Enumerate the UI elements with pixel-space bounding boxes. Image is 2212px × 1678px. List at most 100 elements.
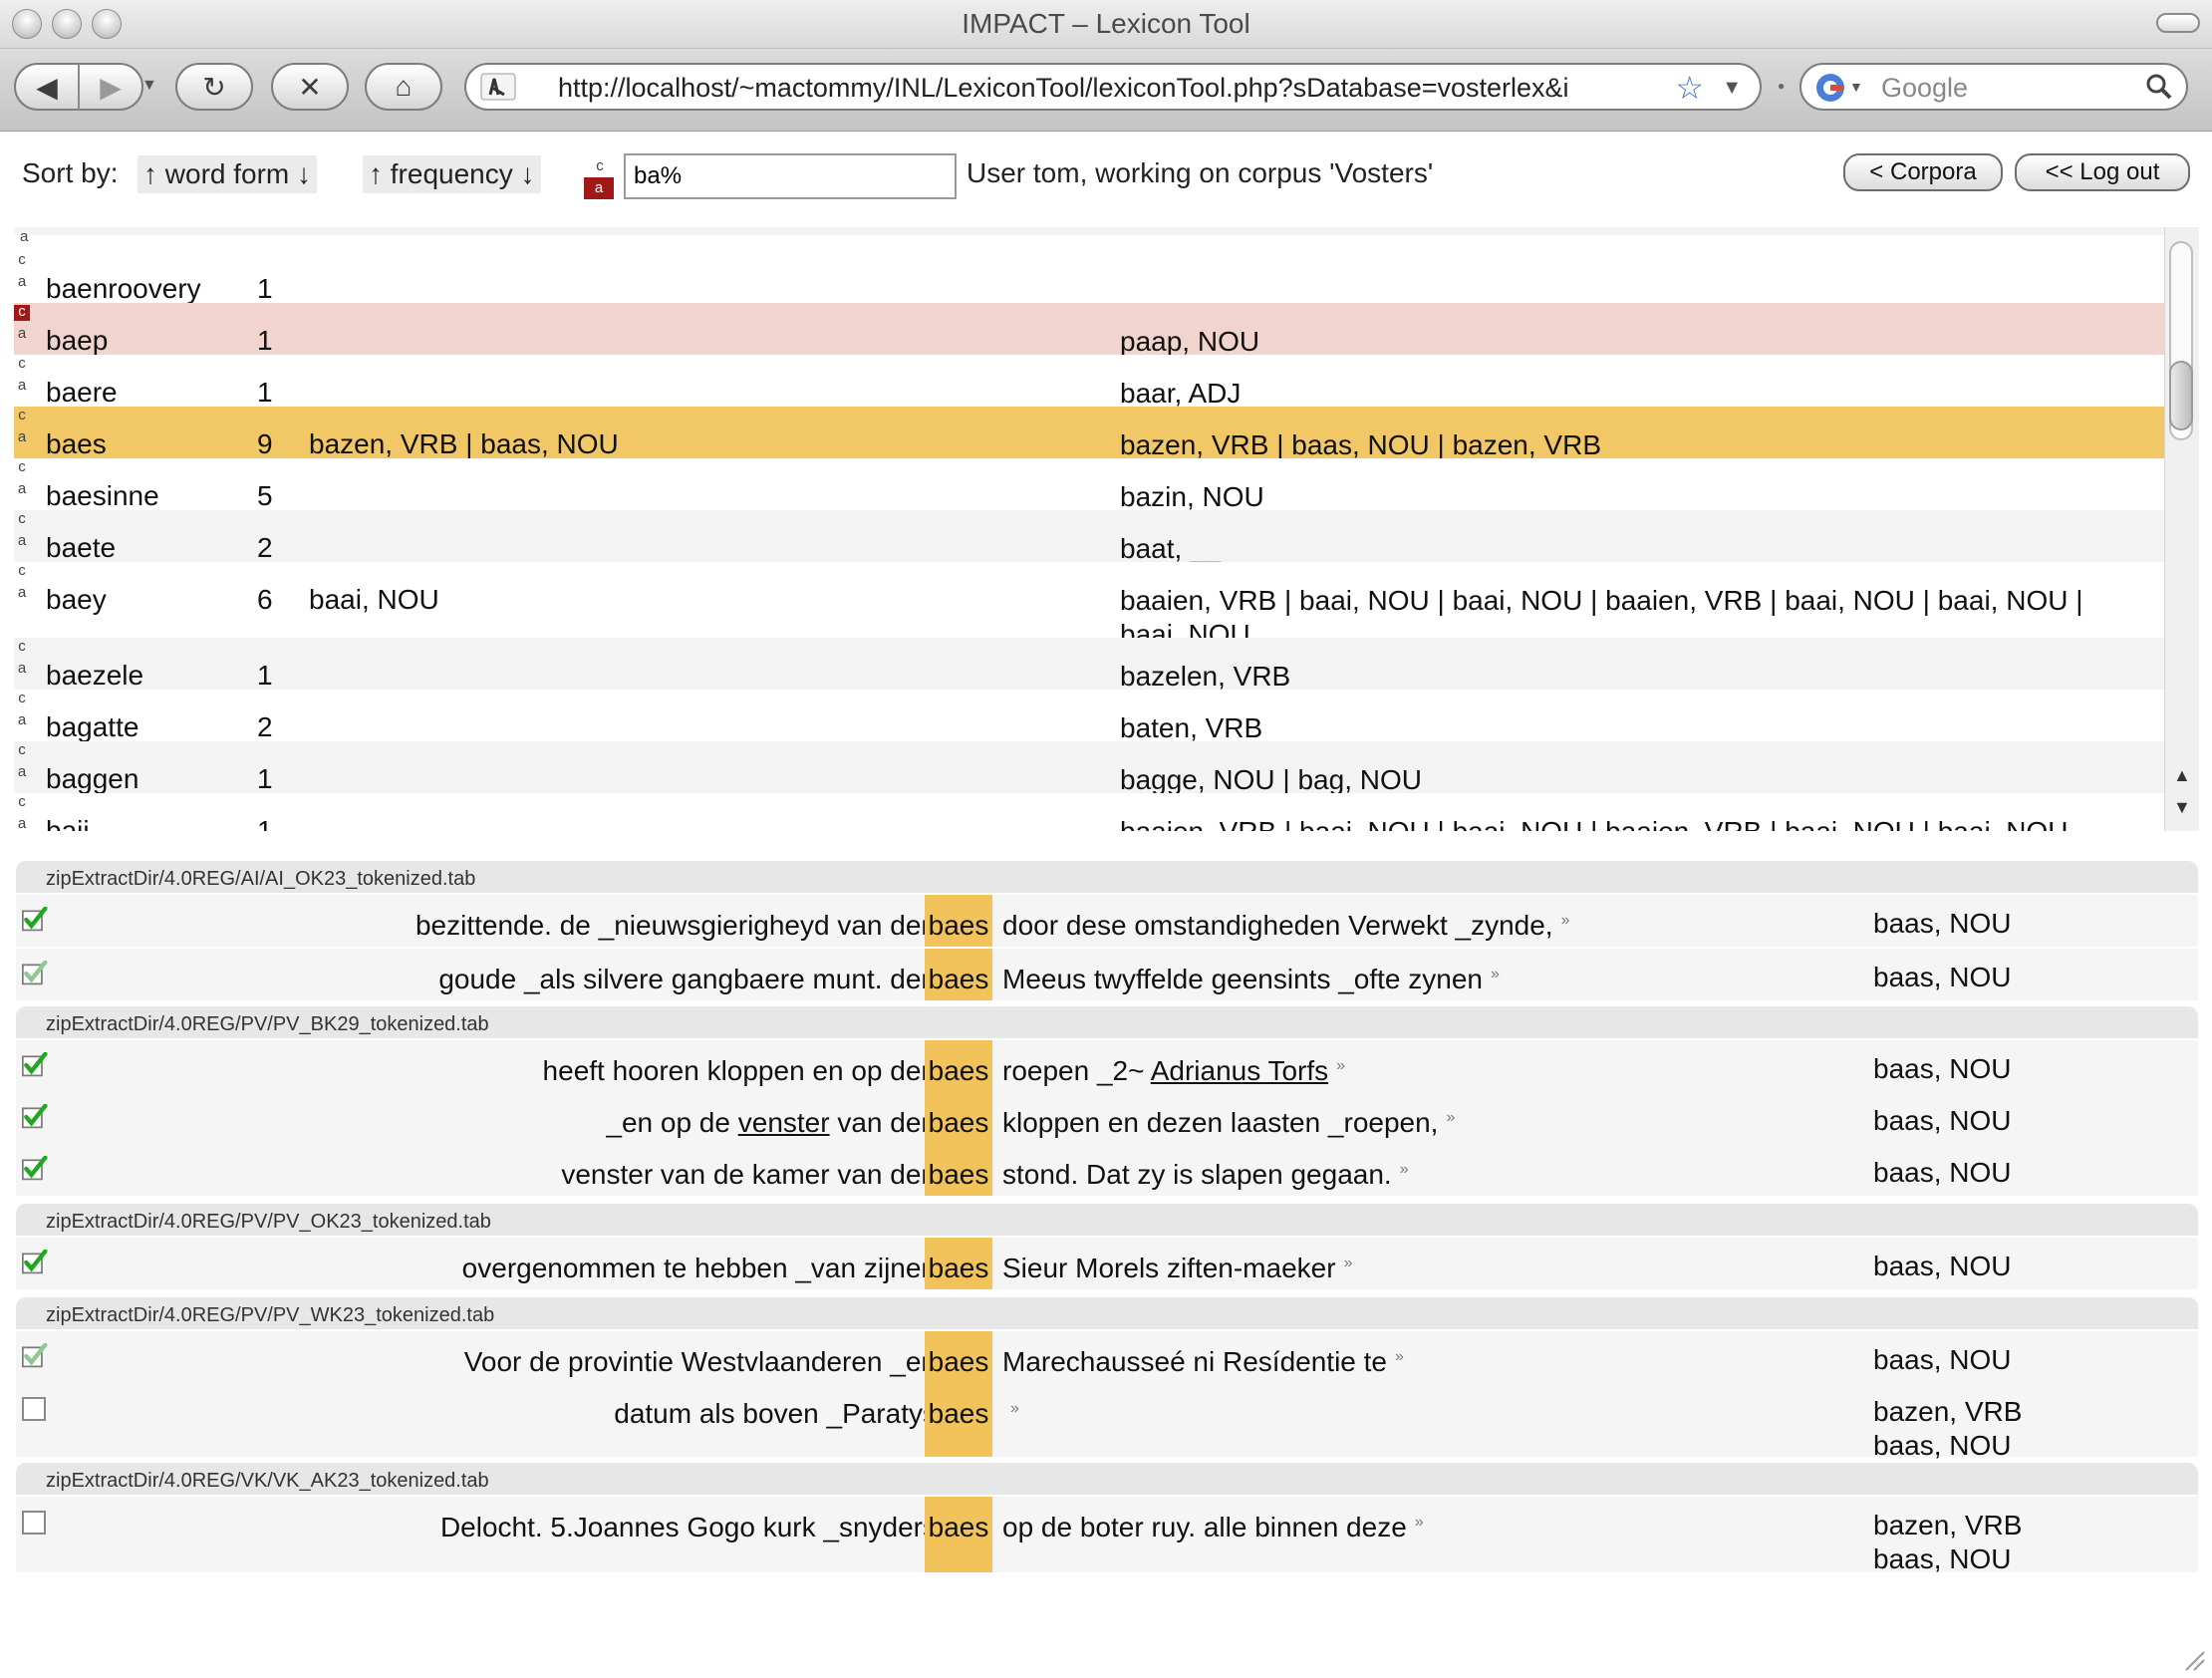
wordform-row[interactable]: c a baenroovery 1 [14,251,2164,305]
analyses-text[interactable]: baat, __ [1120,532,2146,566]
expand-context-icon[interactable]: » [1446,1109,1455,1126]
scroll-up-icon[interactable]: ▲ [2173,765,2191,786]
context-link[interactable]: venster [738,1107,830,1138]
lemma-line[interactable]: bazen, VRB [1873,1509,2022,1542]
wordform-row[interactable]: c a baey 6 baai, NOU baaien, VRB | baai, NOU … [14,562,2164,650]
analyses-text[interactable]: baaien, VRB | baai, NOU | baai, NOU | ba… [1120,815,2146,831]
validate-checkbox-checked[interactable] [22,907,48,933]
google-logo-icon[interactable] [1813,71,1847,105]
analyses-text[interactable]: baten, VRB [1120,711,2146,745]
wordform-text[interactable]: baij [46,815,90,831]
expand-context-icon[interactable]: » [1491,966,1500,982]
scroll-thumb[interactable] [2169,361,2193,430]
validate-checkbox-checked[interactable] [22,1343,48,1369]
validate-checkbox[interactable] [22,1511,46,1535]
logout-button[interactable]: << Log out [2015,153,2190,191]
keyword-highlight[interactable]: baes [925,1383,992,1457]
case-toggle-icon[interactable]: ca [14,563,30,600]
url-dropdown-icon[interactable]: ▼ [1722,77,1742,100]
case-toggle-icon[interactable]: ca [14,691,30,727]
expand-context-icon[interactable]: » [1395,1348,1404,1365]
case-toggle-icon[interactable]: ca [14,742,30,779]
lemma-line[interactable]: baas, NOU [1873,1429,2022,1463]
scroll-down-icon[interactable]: ▼ [2173,797,2191,818]
case-toggle-icon[interactable]: ca [14,639,30,676]
case-toggle-icon[interactable]: ca [14,356,30,393]
home-button[interactable]: ⌂ [365,63,442,111]
expand-context-icon[interactable]: » [1336,1057,1345,1074]
wordform-text[interactable]: baenroovery [46,273,201,305]
lemma-line[interactable]: baas, NOU [1873,1156,2012,1190]
wordform-row[interactable]: c a baep 1 paap, NOU [14,303,2164,357]
analyses-text[interactable]: bagge, NOU | bag, NOU [1120,763,2146,797]
bookmark-star-icon[interactable]: ☆ [1675,69,1704,107]
validate-checkbox-checked[interactable] [22,1104,48,1130]
lemma-line[interactable]: baas, NOU [1873,961,2012,994]
lemma-assignments[interactable]: bazen, VRB | baas, NOU [309,428,619,460]
site-identity-icon[interactable] [480,73,516,101]
expand-context-icon[interactable]: » [1561,912,1570,929]
case-toggle-icon[interactable]: ca [14,459,30,496]
case-toggle-icon[interactable]: c a [584,158,616,203]
context-link[interactable]: Adrianus Torfs [1151,1055,1328,1086]
wordform-row[interactable]: cabaij 1 baaien, VRB | baai, NOU | baai, N… [14,793,2164,831]
validate-checkbox[interactable] [22,1397,46,1421]
wordform-text[interactable]: baezele [46,660,143,692]
wordform-filter-input[interactable] [624,153,957,199]
wordform-row[interactable]: c a baezele 1 bazelen, VRB [14,638,2164,692]
keyword-highlight[interactable]: baes [925,949,992,1000]
lemma-line[interactable]: baas, NOU [1873,1250,2012,1283]
validate-checkbox-checked[interactable] [22,1156,48,1182]
keyword-highlight[interactable]: baes [925,895,992,947]
expand-context-icon[interactable]: » [1400,1161,1409,1178]
stop-button[interactable]: ✕ [271,63,349,111]
analyses-text[interactable]: paap, NOU [1120,325,2146,359]
analyses-text[interactable]: baar, ADJ [1120,377,2146,411]
search-engine-dropdown-icon[interactable]: ▼ [1849,79,1863,95]
magnifier-icon[interactable] [2146,74,2172,100]
case-toggle-icon[interactable]: ca [14,252,30,289]
lemma-line[interactable]: bazen, VRB [1873,1395,2022,1429]
lemma-line[interactable]: baas, NOU [1873,1343,2012,1377]
validate-checkbox-checked[interactable] [22,1052,48,1078]
validate-checkbox-checked[interactable] [22,1250,48,1275]
expand-context-icon[interactable]: » [1010,1400,1019,1417]
case-toggle-icon[interactable]: ca [14,304,30,341]
keyword-highlight[interactable]: baes [925,1092,992,1144]
wordform-row[interactable]: c a baes 9 bazen, VRB | baas, NOU bazen, VRB … [14,407,2164,460]
wordform-text[interactable]: baggen [46,763,138,795]
wordform-text[interactable]: baes [46,428,107,460]
analyses-text[interactable]: bazin, NOU [1120,480,2146,514]
wordform-text[interactable]: baesinne [46,480,159,512]
lemma-line[interactable]: baas, NOU [1873,907,2012,941]
wordform-row[interactable]: c a bagatte 2 baten, VRB [14,690,2164,743]
wordform-text[interactable]: baere [46,377,118,409]
lemma-assignments[interactable]: baai, NOU [309,584,439,616]
case-toggle-icon[interactable]: ca [14,511,30,548]
wordform-row[interactable]: c a baggen 1 bagge, NOU | bag, NOU [14,741,2164,795]
wordform-row[interactable]: c a baesinne 5 bazin, NOU [14,458,2164,512]
wordform-text[interactable]: baep [46,325,108,357]
analyses-text[interactable]: bazen, VRB | baas, NOU | bazen, VRB [1120,428,2146,462]
wordform-row[interactable]: c a baete 2 baat, __ [14,510,2164,564]
wordform-text[interactable]: baete [46,532,116,564]
window-resize-grip[interactable] [2182,1648,2206,1672]
lemma-line[interactable]: baas, NOU [1873,1052,2012,1086]
wordform-row[interactable]: c a baere 1 baar, ADJ [14,355,2164,409]
history-dropdown-icon[interactable]: ▼ [141,77,157,95]
url-field[interactable]: http://localhost/~mactommy/INL/LexiconTo… [464,63,1762,111]
reload-button[interactable]: ↻ [175,63,253,111]
search-field[interactable]: ▼ Google [1799,63,2188,111]
wordlist-scrollbar[interactable]: ▲ ▼ [2164,227,2199,831]
keyword-highlight[interactable]: baes [925,1040,992,1092]
lemma-line[interactable]: baas, NOU [1873,1542,2022,1576]
keyword-highlight[interactable]: baes [925,1144,992,1196]
keyword-highlight[interactable]: baes [925,1238,992,1289]
search-placeholder[interactable]: Google [1881,73,1968,104]
case-toggle-icon[interactable]: ca [14,794,30,831]
wordform-text[interactable]: baey [46,584,107,616]
lemma-line[interactable]: baas, NOU [1873,1104,2012,1138]
wordform-text[interactable]: bagatte [46,711,138,743]
forward-button[interactable]: ▶ [80,71,141,104]
sort-wordform-control[interactable]: ↑ word form ↓ [138,155,318,193]
